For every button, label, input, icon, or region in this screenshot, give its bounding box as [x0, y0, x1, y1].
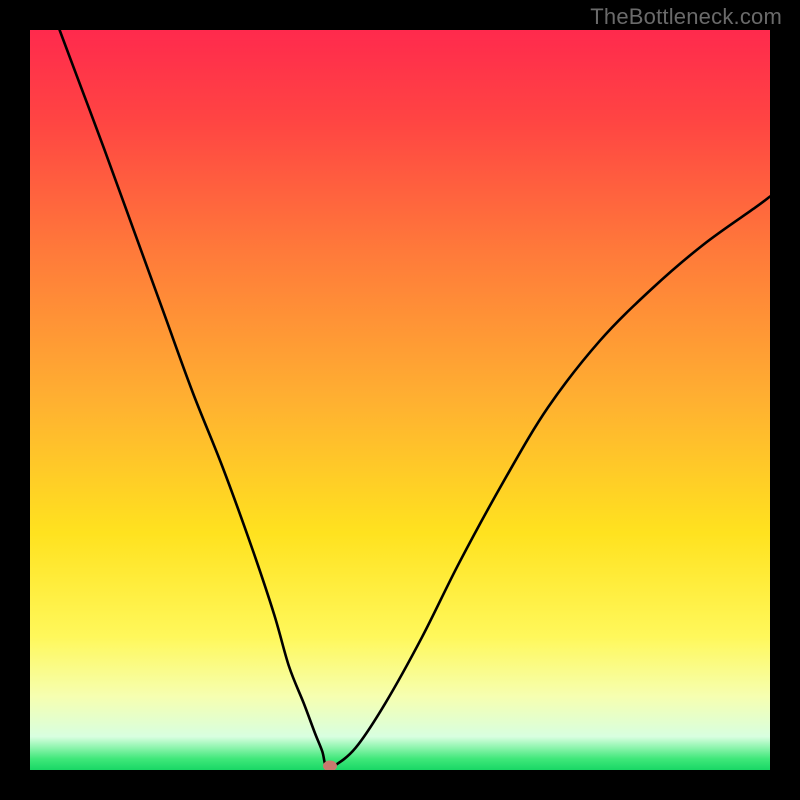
- chart-frame: TheBottleneck.com: [0, 0, 800, 800]
- bottleneck-curve: [30, 30, 770, 770]
- optimal-point-marker: [323, 760, 337, 770]
- plot-area: [30, 30, 770, 770]
- watermark-text: TheBottleneck.com: [590, 4, 782, 30]
